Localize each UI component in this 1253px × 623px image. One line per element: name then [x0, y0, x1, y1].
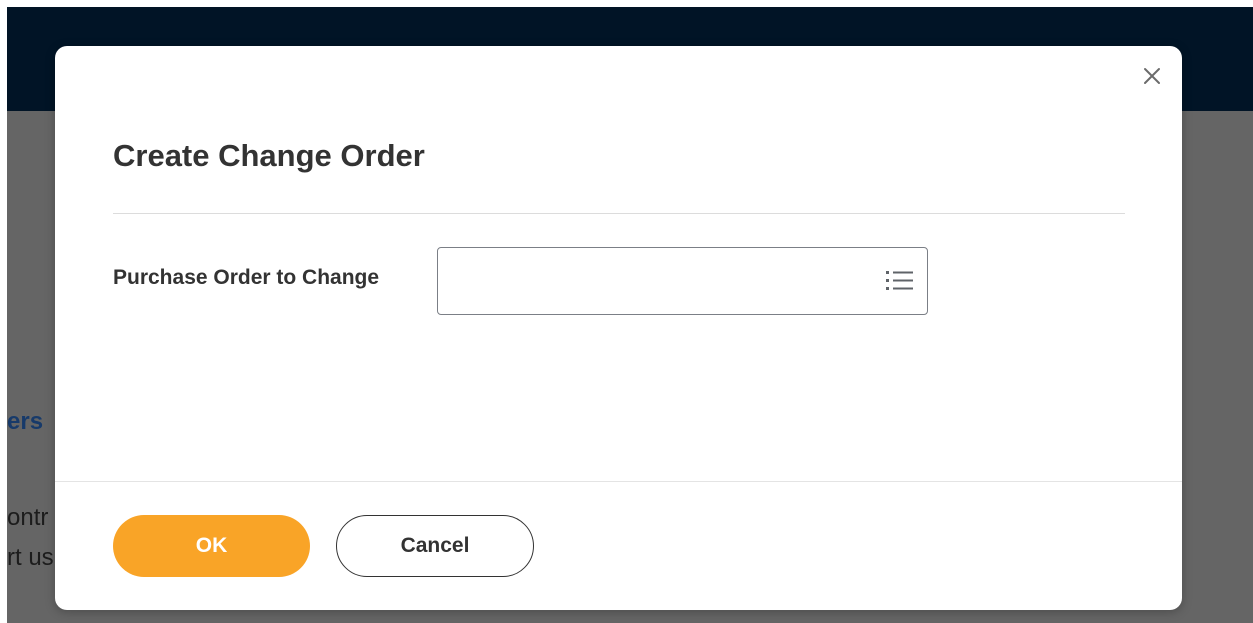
list-prompt-icon[interactable] — [885, 268, 915, 294]
background-link-fragment: ers — [7, 408, 44, 435]
background-text-fragment: rt us — [7, 544, 54, 571]
background-text-fragment: ontr — [7, 504, 49, 531]
purchase-order-field[interactable] — [437, 247, 928, 315]
purchase-order-label: Purchase Order to Change — [113, 266, 380, 289]
footer-divider — [55, 481, 1182, 482]
close-button[interactable] — [1140, 64, 1164, 88]
close-icon — [1144, 68, 1160, 84]
title-divider — [113, 213, 1125, 214]
dialog-title: Create Change Order — [113, 138, 425, 173]
purchase-order-input[interactable] — [438, 248, 858, 314]
create-change-order-dialog: Create Change Order Purchase Order to Ch… — [55, 46, 1182, 610]
cancel-button[interactable]: Cancel — [336, 515, 534, 577]
ok-button[interactable]: OK — [113, 515, 310, 577]
